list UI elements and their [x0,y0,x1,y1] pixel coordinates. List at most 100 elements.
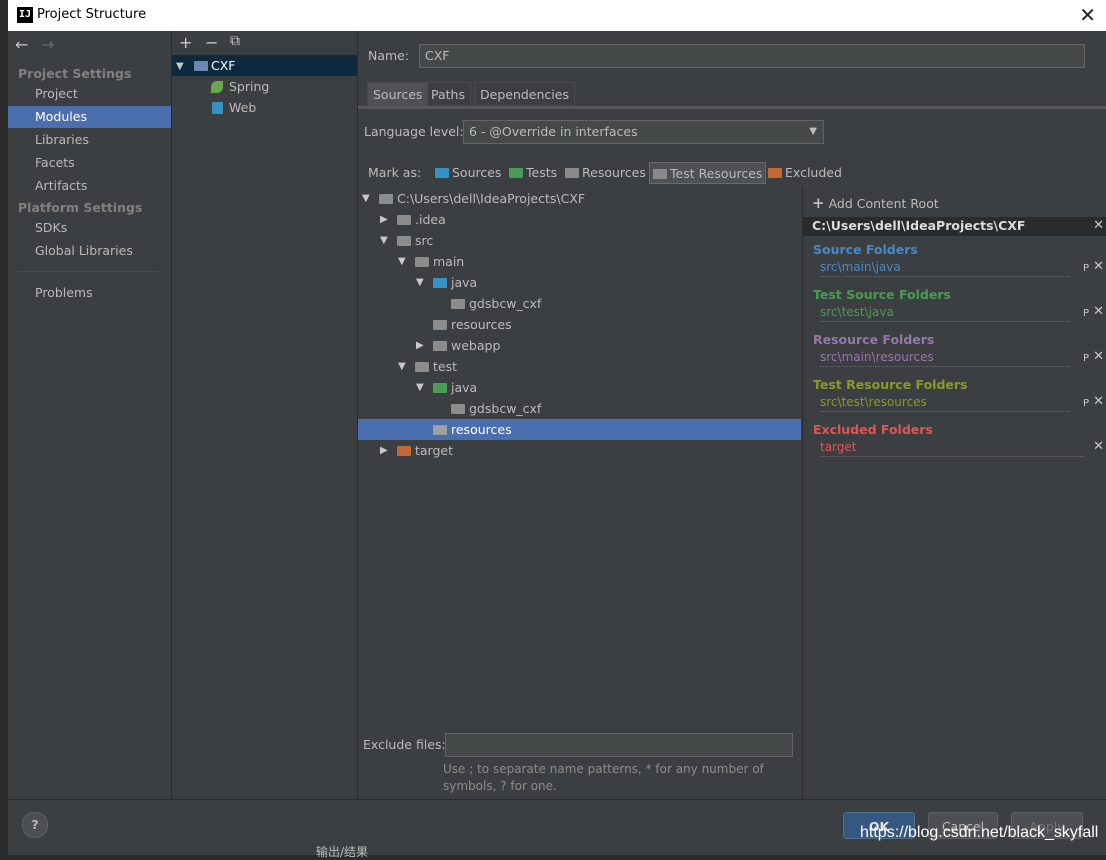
tree-row-idea[interactable]: ▶ .idea [358,209,801,230]
forward-arrow-icon[interactable]: → [41,35,54,54]
tree-row-test-resources[interactable]: resources [358,419,801,440]
watermark: https://blog.csdn.net/black_skyfall [860,824,1099,841]
background-editor-text: 输出/结果 [316,845,369,859]
title-bar: IJ Project Structure ✕ [8,0,1106,31]
remove-folder-icon[interactable]: ✕ [1093,394,1104,409]
mark-excluded-button[interactable]: Excluded [765,162,845,184]
sidebar-item-facets[interactable]: Facets [8,152,171,174]
tree-row-webapp[interactable]: ▶ webapp [358,335,801,356]
remove-content-root-icon[interactable]: ✕ [1093,218,1104,233]
collapse-triangle-icon[interactable]: ▼ [416,272,424,293]
properties-icon[interactable]: P [1083,353,1089,364]
dotted-leader [820,411,1070,412]
sidebar-divider [18,271,158,272]
test-resource-folder-path: src\test\resources [820,395,927,409]
tree-row-target[interactable]: ▶ target [358,440,801,461]
sidebar-item-artifacts[interactable]: Artifacts [8,175,171,197]
tree-row-test-java[interactable]: ▼ java [358,377,801,398]
source-folder-icon [433,278,447,288]
mark-tests-button[interactable]: Tests [506,162,560,184]
tree-row-label: resources [451,422,512,437]
language-level-value: 6 - @Override in interfaces [469,124,638,139]
resources-folder-icon [565,168,579,178]
collapse-triangle-icon[interactable]: ▼ [380,230,388,251]
package-icon [451,404,465,414]
close-window-button[interactable]: ✕ [1079,3,1096,27]
tab-underline [358,106,1106,109]
facet-row-web[interactable]: Web [172,97,357,118]
module-name-field[interactable]: CXF [419,44,1085,68]
mark-resources-button[interactable]: Resources [562,162,649,184]
remove-folder-icon[interactable]: ✕ [1093,304,1104,319]
project-settings-header: Project Settings [18,66,132,81]
exclude-hint-line2: symbols, ? for one. [443,779,557,793]
sidebar-item-problems[interactable]: Problems [8,282,171,304]
tree-row-label: src [415,233,434,248]
language-level-select[interactable]: 6 - @Override in interfaces ▼ [463,120,824,144]
tree-row-main-package[interactable]: gdsbcw_cxf [358,293,801,314]
facet-row-spring[interactable]: Spring [172,76,357,97]
remove-folder-icon[interactable]: ✕ [1093,349,1104,364]
tree-row-test[interactable]: ▼ test [358,356,801,377]
collapse-triangle-icon[interactable]: ▼ [398,356,406,377]
tab-dependencies[interactable]: Dependencies [474,82,575,106]
folder-icon [397,215,411,225]
chevron-down-icon: ▼ [809,126,817,137]
properties-icon[interactable]: P [1083,398,1089,409]
expand-triangle-icon[interactable]: ▶ [416,335,424,356]
remove-folder-icon[interactable]: ✕ [1093,259,1104,274]
remove-module-button[interactable]: − [205,33,218,52]
content-root-header: C:\Users\dell\IdeaProjects\CXF ✕ [803,217,1106,236]
tree-row-src[interactable]: ▼ src [358,230,801,251]
tab-paths[interactable]: Paths [425,82,471,106]
sources-folder-icon [435,168,449,178]
tree-row-root[interactable]: ▼ C:\Users\dell\IdeaProjects\CXF [358,188,801,209]
excluded-folders-heading: Excluded Folders [813,422,933,437]
mark-test-resources-button[interactable]: Test Resources [649,162,767,184]
test-resources-folder-icon [433,425,447,435]
sidebar-item-sdks[interactable]: SDKs [8,217,171,239]
module-row-cxf[interactable]: ▼ CXF [172,55,357,76]
properties-icon[interactable]: P [1083,263,1089,274]
back-arrow-icon[interactable]: ← [15,35,28,54]
add-content-root-label: Add Content Root [828,196,939,211]
sidebar-item-global-libraries[interactable]: Global Libraries [8,240,171,262]
collapse-triangle-icon[interactable]: ▼ [416,377,424,398]
tree-row-label: resources [451,317,512,332]
spring-leaf-icon [211,81,223,93]
settings-sidebar: ← → Project Settings Project Modules Lib… [8,31,172,799]
sidebar-item-modules[interactable]: Modules [8,106,171,128]
mark-sources-button[interactable]: Sources [432,162,504,184]
remove-folder-icon[interactable]: ✕ [1093,439,1104,454]
package-icon [451,299,465,309]
name-label: Name: [368,48,410,63]
exclude-files-field[interactable] [445,733,793,757]
help-button[interactable]: ? [22,812,48,838]
dotted-leader [820,366,1070,367]
web-facet-icon [212,102,223,114]
tree-row-label: webapp [451,338,501,353]
excluded-folder-path: target [820,440,857,454]
mark-tests-label: Tests [526,165,558,180]
tree-row-main-resources[interactable]: resources [358,314,801,335]
expand-triangle-icon[interactable]: ▶ [380,209,388,230]
dotted-leader [820,321,1070,322]
sidebar-item-libraries[interactable]: Libraries [8,129,171,151]
tree-row-main[interactable]: ▼ main [358,251,801,272]
add-module-button[interactable]: + [179,33,192,52]
tree-row-label: java [451,275,478,290]
tree-row-label: C:\Users\dell\IdeaProjects\CXF [397,191,586,206]
add-content-root-button[interactable]: + Add Content Root [812,194,939,212]
collapse-triangle-icon[interactable]: ▼ [398,251,406,272]
expand-triangle-icon[interactable]: ▼ [176,56,184,77]
window-title: Project Structure [37,7,147,22]
properties-icon[interactable]: P [1083,308,1089,319]
tree-row-test-package[interactable]: gdsbcw_cxf [358,398,801,419]
plus-icon: + [812,194,825,212]
sidebar-item-project[interactable]: Project [8,83,171,105]
tab-sources[interactable]: Sources [367,82,429,106]
tree-row-main-java[interactable]: ▼ java [358,272,801,293]
copy-module-button[interactable]: ⧉ [230,33,240,49]
collapse-triangle-icon[interactable]: ▼ [362,188,370,209]
expand-triangle-icon[interactable]: ▶ [380,440,388,461]
